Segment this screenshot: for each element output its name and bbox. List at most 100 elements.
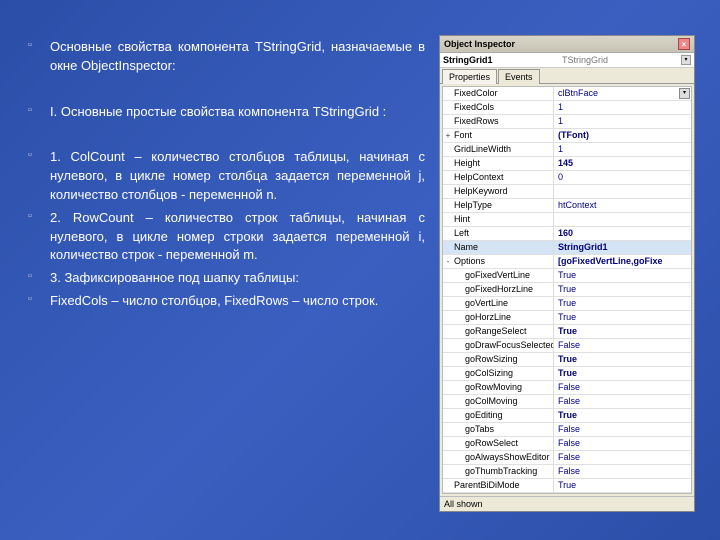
property-value[interactable]: (TFont) [553,129,691,142]
property-name: goDrawFocusSelected [453,339,553,352]
property-name: goRowMoving [453,381,553,394]
property-value[interactable]: False [553,339,691,352]
expander-spacer [443,297,453,310]
property-value[interactable]: True [553,409,691,422]
property-grid: FixedColorclBtnFace▾FixedCols1FixedRows1… [442,86,692,494]
expand-icon[interactable]: + [443,129,453,142]
property-row[interactable]: FixedCols1 [443,101,691,115]
property-value[interactable]: True [553,283,691,296]
property-value[interactable] [553,213,691,226]
property-value[interactable]: False [553,423,691,436]
property-row[interactable]: +Font(TFont) [443,129,691,143]
close-icon[interactable]: × [678,38,690,50]
property-name: Hint [453,213,553,226]
expander-spacer [443,213,453,226]
bullet-item: I. Основные простые свойства компонента … [28,103,425,122]
property-row[interactable]: ParentBiDiModeTrue [443,479,691,493]
property-value[interactable]: True [553,353,691,366]
property-row[interactable]: goColSizingTrue [443,367,691,381]
property-value[interactable]: True [553,367,691,380]
property-value[interactable]: False [553,465,691,478]
property-row[interactable]: HelpKeyword [443,185,691,199]
property-row[interactable]: goRowSizingTrue [443,353,691,367]
expander-spacer [443,437,453,450]
property-value[interactable] [553,185,691,198]
property-row[interactable]: -Options[goFixedVertLine,goFixe [443,255,691,269]
expander-spacer [443,115,453,128]
property-row[interactable]: Left160 [443,227,691,241]
property-row[interactable]: goEditingTrue [443,409,691,423]
property-value[interactable]: clBtnFace [553,87,678,100]
property-value[interactable]: 145 [553,157,691,170]
property-value[interactable]: False [553,437,691,450]
property-value[interactable]: StringGrid1 [553,241,691,254]
property-row[interactable]: goRangeSelectTrue [443,325,691,339]
expander-spacer [443,143,453,156]
property-row[interactable]: FixedColorclBtnFace▾ [443,87,691,101]
property-row[interactable]: FixedRows1 [443,115,691,129]
expander-spacer [443,311,453,324]
expander-spacer [443,101,453,114]
property-name: goRangeSelect [453,325,553,338]
chevron-down-icon[interactable]: ▾ [679,88,690,99]
component-selector[interactable]: StringGrid1 TStringGrid ▾ [440,53,694,68]
property-name: FixedCols [453,101,553,114]
tab-events[interactable]: Events [498,69,540,84]
oi-titlebar: Object Inspector × [440,36,694,53]
property-value[interactable]: False [553,451,691,464]
property-row[interactable]: NameStringGrid1 [443,241,691,255]
property-name: goColMoving [453,395,553,408]
property-value[interactable]: True [553,479,691,492]
property-name: ParentBiDiMode [453,479,553,492]
property-value[interactable]: 0 [553,171,691,184]
expander-spacer [443,395,453,408]
property-row[interactable]: goHorzLineTrue [443,311,691,325]
tab-properties[interactable]: Properties [442,69,497,84]
component-class: TStringGrid [562,55,675,65]
property-row[interactable]: goDrawFocusSelectedFalse [443,339,691,353]
property-row[interactable]: goVertLineTrue [443,297,691,311]
property-name: HelpKeyword [453,185,553,198]
property-value[interactable]: 1 [553,115,691,128]
property-name: FixedRows [453,115,553,128]
bullet-item: 2. RowCount – количество строк таблицы, … [28,209,425,266]
property-row[interactable]: goTabsFalse [443,423,691,437]
property-value[interactable]: True [553,269,691,282]
expander-spacer [443,423,453,436]
property-row[interactable]: GridLineWidth1 [443,143,691,157]
oi-title-text: Object Inspector [444,39,515,49]
property-row[interactable]: Height145 [443,157,691,171]
property-value[interactable]: [goFixedVertLine,goFixe [553,255,691,268]
status-bar: All shown [440,496,694,511]
property-value[interactable]: False [553,395,691,408]
property-row[interactable]: HelpContext0 [443,171,691,185]
property-row[interactable]: goThumbTrackingFalse [443,465,691,479]
property-value[interactable]: False [553,381,691,394]
expander-spacer [443,465,453,478]
property-row[interactable]: goColMovingFalse [443,395,691,409]
bullet-item: FixedCols – число столбцов, FixedRows – … [28,292,425,311]
expander-spacer [443,269,453,282]
property-value[interactable]: True [553,311,691,324]
expander-spacer [443,339,453,352]
property-name: HelpType [453,199,553,212]
expander-spacer [443,451,453,464]
property-value[interactable]: 160 [553,227,691,240]
property-name: Options [453,255,553,268]
property-row[interactable]: goFixedHorzLineTrue [443,283,691,297]
property-value[interactable]: True [553,297,691,310]
property-name: GridLineWidth [453,143,553,156]
chevron-down-icon[interactable]: ▾ [681,55,691,65]
property-row[interactable]: goRowSelectFalse [443,437,691,451]
collapse-icon[interactable]: - [443,255,453,268]
property-row[interactable]: goFixedVertLineTrue [443,269,691,283]
property-row[interactable]: goAlwaysShowEditorFalse [443,451,691,465]
property-row[interactable]: HelpTypehtContext [443,199,691,213]
inspector-area: Object Inspector × StringGrid1 TStringGr… [435,0,703,540]
property-value[interactable]: True [553,325,691,338]
property-value[interactable]: 1 [553,143,691,156]
property-row[interactable]: Hint [443,213,691,227]
property-row[interactable]: goRowMovingFalse [443,381,691,395]
property-value[interactable]: htContext [553,199,691,212]
property-value[interactable]: 1 [553,101,691,114]
